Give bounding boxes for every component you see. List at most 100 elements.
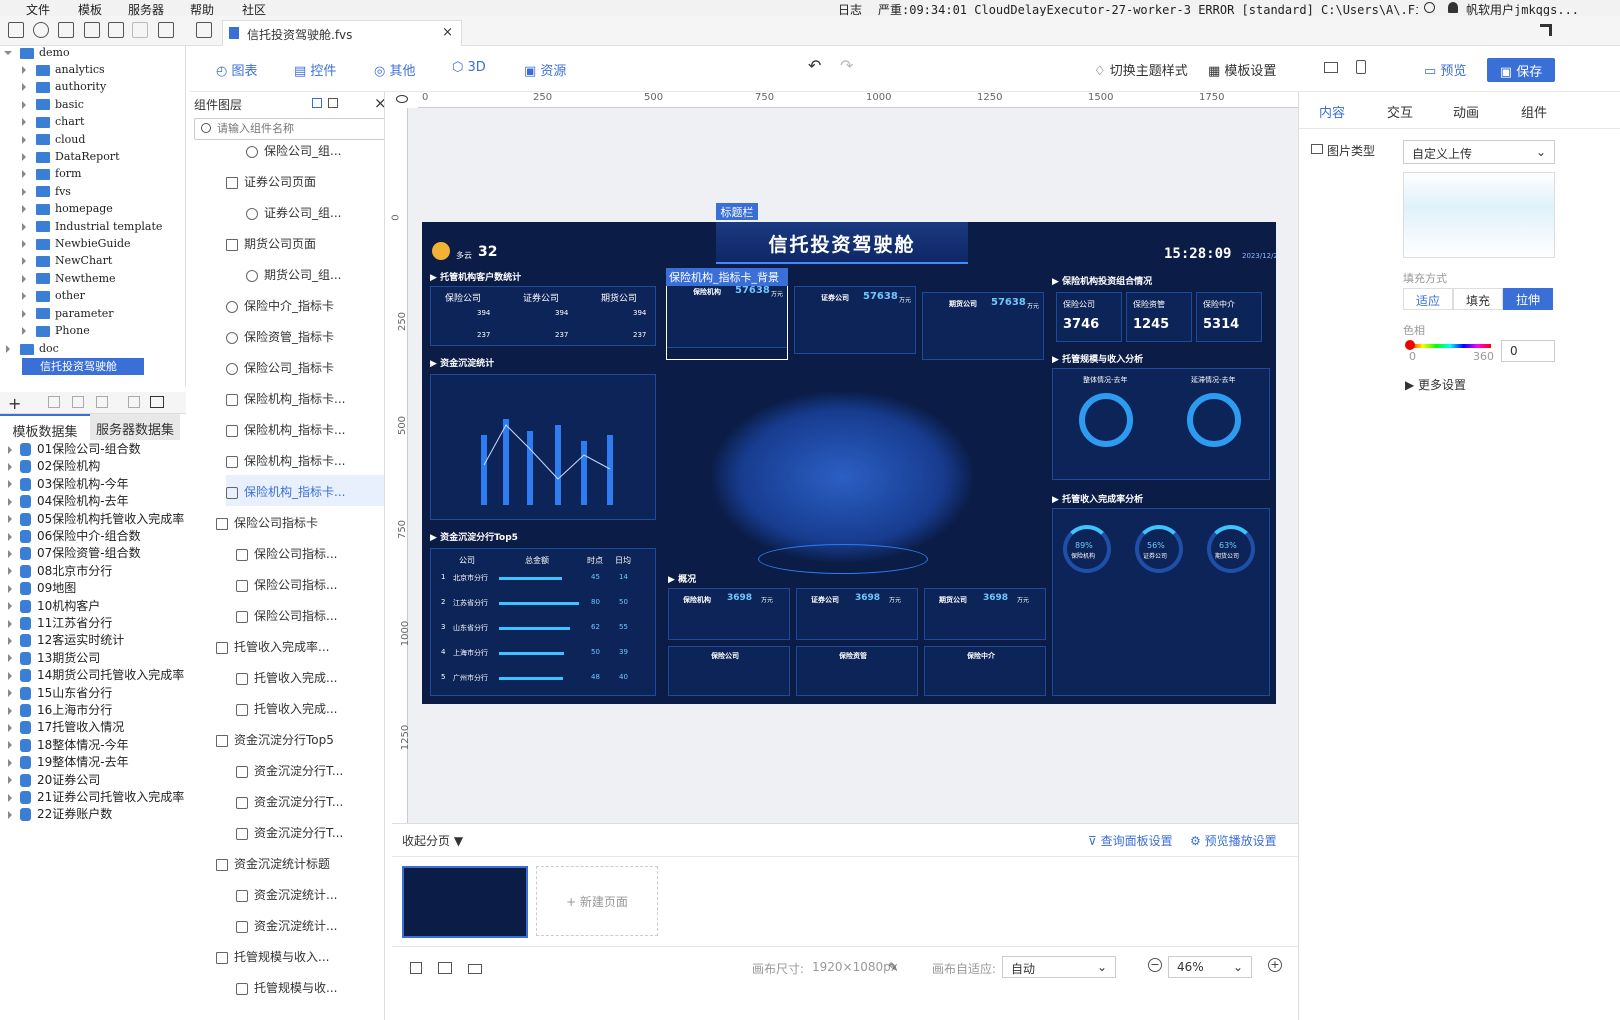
dataset-item[interactable]: 22证券账户数: [8, 805, 112, 823]
chart-button[interactable]: ◴ 图表: [216, 60, 258, 79]
collapse-pages[interactable]: 收起分页 ▼: [402, 832, 463, 849]
hue-handle[interactable]: [1405, 340, 1415, 350]
zoom-in-icon[interactable]: +: [1268, 958, 1282, 972]
tree-folder[interactable]: Phone: [22, 324, 90, 341]
edit-icon[interactable]: ✎: [888, 960, 898, 974]
cust-tab[interactable]: 保险公司: [445, 291, 481, 304]
dataset-item[interactable]: 17托管收入情况: [8, 718, 124, 736]
query-panel-button[interactable]: ⊽ 查询面板设置: [1088, 832, 1173, 849]
layers-icon[interactable]: [410, 962, 422, 974]
close-icon[interactable]: ×: [442, 25, 453, 40]
desktop-icon[interactable]: [1324, 62, 1338, 73]
more-settings[interactable]: ▶ 更多设置: [1405, 376, 1466, 393]
template-icon[interactable]: [58, 22, 74, 38]
zoom-select[interactable]: 46% ⌄: [1168, 956, 1252, 978]
tree-folder[interactable]: basic: [22, 98, 84, 115]
file-tab[interactable]: 信托投资驾驶舱.fvs ×: [222, 20, 462, 46]
widget-button[interactable]: ▤ 控件: [294, 60, 336, 79]
dataset-item[interactable]: 14期货公司托管收入完成率: [8, 666, 184, 684]
tree-folder[interactable]: NewbieGuide: [22, 237, 131, 254]
dataset-item[interactable]: 06保险中介-组合数: [8, 527, 141, 545]
dataset-item[interactable]: 01保险公司-组合数: [8, 440, 141, 458]
tree-doc[interactable]: doc: [6, 342, 59, 359]
tab-animation[interactable]: 动画: [1453, 102, 1479, 121]
tree-folder[interactable]: DataReport: [22, 150, 120, 167]
tree-folder[interactable]: form: [22, 167, 81, 184]
dataset-item[interactable]: 18整体情况-今年: [8, 736, 129, 754]
tree-folder[interactable]: other: [22, 289, 85, 306]
layer-item[interactable]: 保险公司指标卡: [216, 506, 318, 537]
db-icon[interactable]: [96, 396, 108, 408]
layer-item[interactable]: 托管收入完成...: [236, 661, 337, 692]
edit-icon[interactable]: [48, 396, 60, 408]
tree-folder[interactable]: Industrial template: [22, 220, 162, 237]
dataset-item[interactable]: 05保险机构托管收入完成率: [8, 510, 184, 528]
layer-item[interactable]: 资金沉淀分行T...: [236, 816, 343, 847]
bell-icon[interactable]: [1448, 2, 1458, 13]
title-bar[interactable]: 信托投资驾驶舱: [716, 222, 968, 264]
kpi-card[interactable]: 证券公司 57638 万元: [794, 286, 916, 354]
selected-widget[interactable]: [666, 280, 788, 360]
dataset-item[interactable]: 16上海市分行: [8, 701, 112, 719]
layer-item[interactable]: 托管规模与收入...: [216, 940, 329, 971]
3d-button[interactable]: ⬡ 3D: [452, 60, 486, 75]
other-button[interactable]: ◎ 其他: [374, 60, 416, 79]
zoom-out-icon[interactable]: −: [1148, 958, 1162, 972]
page-thumbnail[interactable]: [402, 866, 528, 938]
tree-root[interactable]: demo: [4, 46, 70, 63]
layer-item[interactable]: 资金沉淀分行Top5: [216, 723, 334, 754]
tree-folder[interactable]: authority: [22, 80, 106, 97]
tab-content[interactable]: 内容: [1319, 102, 1345, 121]
layer-item[interactable]: 资金沉淀分行T...: [236, 785, 343, 816]
layout-icon[interactable]: [312, 98, 322, 108]
fill-fill[interactable]: 填充: [1453, 288, 1503, 310]
search-icon[interactable]: [1424, 2, 1435, 13]
split-icon[interactable]: [328, 98, 338, 108]
save-button[interactable]: ▣ 保存: [1487, 58, 1555, 82]
tree-folder[interactable]: homepage: [22, 202, 113, 219]
cust-tab[interactable]: 证券公司: [523, 291, 559, 304]
delete-icon[interactable]: [108, 22, 124, 38]
tab-interaction[interactable]: 交互: [1387, 102, 1413, 121]
dataset-item[interactable]: 11江苏省分行: [8, 614, 112, 632]
image-type-select[interactable]: 自定义上传 ⌄: [1403, 140, 1555, 164]
preview-icon[interactable]: [128, 396, 140, 408]
open-icon[interactable]: [196, 22, 212, 38]
tab-server-dataset[interactable]: 服务器数据集: [90, 414, 180, 440]
dataset-item[interactable]: 21证券公司托管收入完成率: [8, 788, 184, 806]
dataset-item[interactable]: 04保险机构-去年: [8, 492, 129, 510]
component-icon[interactable]: [438, 962, 452, 974]
eye-icon[interactable]: [396, 95, 408, 103]
layer-item[interactable]: 保险中介_指标卡: [226, 289, 334, 320]
layer-item[interactable]: 证券公司_组...: [246, 196, 341, 227]
layer-item[interactable]: 托管规模与收...: [236, 971, 337, 1002]
resource-button[interactable]: ▣ 资源: [524, 60, 566, 79]
layer-item[interactable]: 资金沉淀统计标题: [216, 847, 330, 878]
keyboard-icon[interactable]: [468, 964, 482, 974]
layer-item[interactable]: 托管收入完成...: [236, 692, 337, 723]
server-icon[interactable]: [150, 396, 164, 408]
undo-icon[interactable]: ↶: [808, 56, 821, 75]
tree-folder[interactable]: NewChart: [22, 254, 112, 271]
fill-fit[interactable]: 适应: [1403, 288, 1453, 310]
dataset-item[interactable]: 08北京市分行: [8, 562, 112, 580]
dataset-item[interactable]: 20证券公司: [8, 771, 100, 789]
dataset-item[interactable]: 03保险机构-今年: [8, 475, 129, 493]
mobile-icon[interactable]: [1356, 60, 1366, 74]
layer-item[interactable]: 期货公司_组...: [246, 258, 341, 289]
hue-input[interactable]: 0: [1501, 340, 1555, 362]
layer-item[interactable]: 保险公司指标...: [236, 568, 337, 599]
dataset-item[interactable]: 10机构客户: [8, 597, 100, 615]
layer-item[interactable]: 保险公司_指标卡: [226, 351, 334, 382]
switch-theme-button[interactable]: ♢ 切换主题样式: [1094, 60, 1188, 79]
delete-icon[interactable]: [72, 396, 84, 408]
tree-folder[interactable]: chart: [22, 115, 84, 132]
template-settings-button[interactable]: ▦ 模板设置: [1208, 60, 1276, 79]
kpi-card[interactable]: 期货公司 57638 万元: [922, 292, 1044, 360]
tree-folder[interactable]: parameter: [22, 307, 114, 324]
layer-item[interactable]: 保险机构_指标卡...: [226, 413, 345, 444]
fit-select[interactable]: 自动 ⌄: [1002, 956, 1116, 978]
layer-item[interactable]: 资金沉淀分行T...: [236, 754, 343, 785]
tab-template-dataset[interactable]: 模板数据集: [0, 414, 90, 440]
refresh-icon[interactable]: [33, 22, 49, 38]
